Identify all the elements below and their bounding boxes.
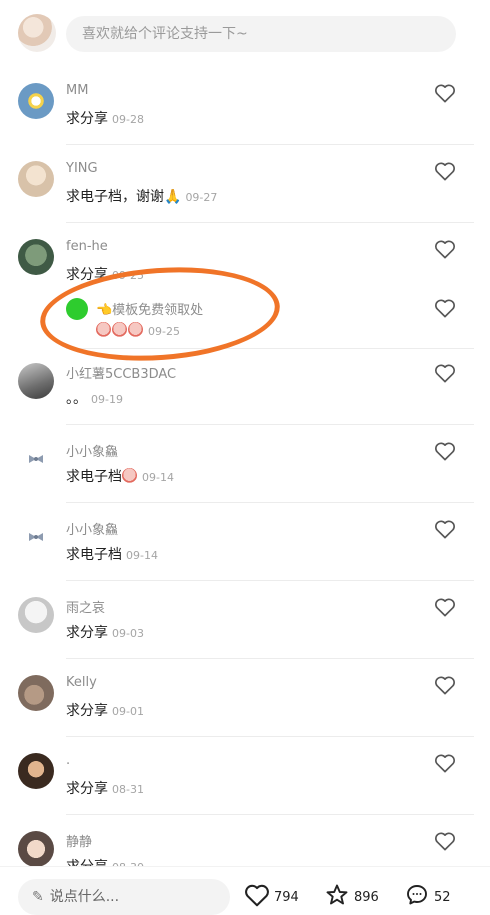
comment-content: 求分享 (66, 625, 108, 641)
comment-header: 喜欢就给个评论支持一下~ (0, 0, 490, 70)
avatar[interactable] (18, 675, 54, 711)
avatar[interactable] (18, 753, 54, 789)
heart-icon (245, 884, 269, 907)
comment-username[interactable]: Kelly (66, 675, 97, 690)
heart-icon[interactable] (434, 83, 456, 103)
comment-date: 09-28 (112, 113, 144, 126)
comment-text: 求分享 09-28 (66, 108, 144, 128)
avatar[interactable] (18, 161, 54, 197)
comment-count: 52 (434, 890, 451, 905)
comment-text: 求电子档 09-14 (66, 466, 174, 486)
divider (66, 814, 474, 815)
avatar[interactable] (18, 239, 54, 275)
heart-icon[interactable] (434, 675, 456, 695)
like-button[interactable]: 794 (244, 883, 299, 907)
pencil-icon: ✎ (32, 889, 44, 905)
comment-date: 09-27 (185, 191, 218, 204)
comment-username[interactable]: MM (66, 83, 88, 98)
heart-icon[interactable] (434, 298, 456, 318)
divider (66, 502, 474, 503)
divider (66, 658, 474, 659)
comment-date: 09-01 (112, 705, 144, 718)
comment-text: 求电子档 09-14 (66, 544, 158, 564)
comment-username[interactable]: 小红薯5CCB3DAC (66, 363, 176, 382)
heart-icon[interactable] (434, 831, 456, 851)
bow-icon (29, 455, 43, 463)
avatar[interactable] (18, 441, 54, 477)
comment-icon (407, 885, 427, 905)
star-icon (326, 884, 348, 905)
comment-content: 求分享 (66, 703, 108, 719)
heart-icon[interactable] (434, 363, 456, 383)
heart-icon[interactable] (434, 239, 456, 259)
heart-icon[interactable] (434, 161, 456, 181)
comment-username[interactable]: 雨之哀 (66, 597, 105, 616)
comment-username[interactable]: 小小象鱻 (66, 441, 118, 460)
comment-content: 。。 (66, 391, 87, 407)
avatar[interactable] (18, 363, 54, 399)
comment-username[interactable]: . (66, 753, 70, 768)
heart-icon[interactable] (434, 753, 456, 773)
comment-text: 求分享 09-01 (66, 700, 144, 720)
heart-icon[interactable] (434, 519, 456, 539)
divider (66, 222, 474, 223)
like-count: 794 (274, 890, 299, 905)
comment-button[interactable]: 52 (404, 883, 451, 907)
say-something-input[interactable]: ✎ 说点什么... (18, 879, 230, 915)
heart-icon[interactable] (434, 441, 456, 461)
bottom-action-bar: ✎ 说点什么... 794 896 52 (0, 866, 490, 915)
emoji-icon (122, 468, 137, 483)
avatar[interactable] (18, 831, 54, 867)
comment-input[interactable]: 喜欢就给个评论支持一下~ (66, 16, 456, 52)
star-button[interactable]: 896 (324, 883, 379, 907)
avatar[interactable] (18, 519, 54, 555)
divider (66, 736, 474, 737)
comment-username[interactable]: 小小象鱻 (66, 519, 118, 538)
divider (66, 424, 474, 425)
comment-text: 求分享 08-31 (66, 778, 144, 798)
comment-text: 求电子档，谢谢🙏 09-27 (66, 186, 217, 206)
divider (66, 580, 474, 581)
comment-date: 09-14 (126, 549, 158, 562)
comment-date: 09-19 (91, 393, 123, 406)
comment-date: 09-03 (112, 627, 144, 640)
comment-username[interactable]: 静静 (66, 831, 92, 850)
comment-date: 08-31 (112, 783, 144, 796)
bow-icon (29, 533, 43, 541)
comment-content: 求分享 (66, 111, 108, 127)
current-user-avatar[interactable] (18, 14, 56, 52)
comment-text: 。。 09-19 (66, 388, 123, 408)
heart-icon[interactable] (434, 597, 456, 617)
divider (66, 144, 474, 145)
comment-content: 求分享 (66, 781, 108, 797)
comment-username[interactable]: YING (66, 161, 98, 176)
star-count: 896 (354, 890, 379, 905)
comment-content: 求电子档 (66, 547, 122, 563)
comment-username[interactable]: fen-he (66, 239, 108, 254)
avatar[interactable] (18, 83, 54, 119)
say-something-label: 说点什么... (49, 889, 120, 905)
comment-date: 09-14 (142, 471, 174, 484)
comment-text: 求分享 09-03 (66, 622, 144, 642)
comment-content: 求电子档 (66, 469, 122, 485)
comment-content: 求电子档，谢谢🙏 (66, 189, 182, 205)
avatar[interactable] (18, 597, 54, 633)
